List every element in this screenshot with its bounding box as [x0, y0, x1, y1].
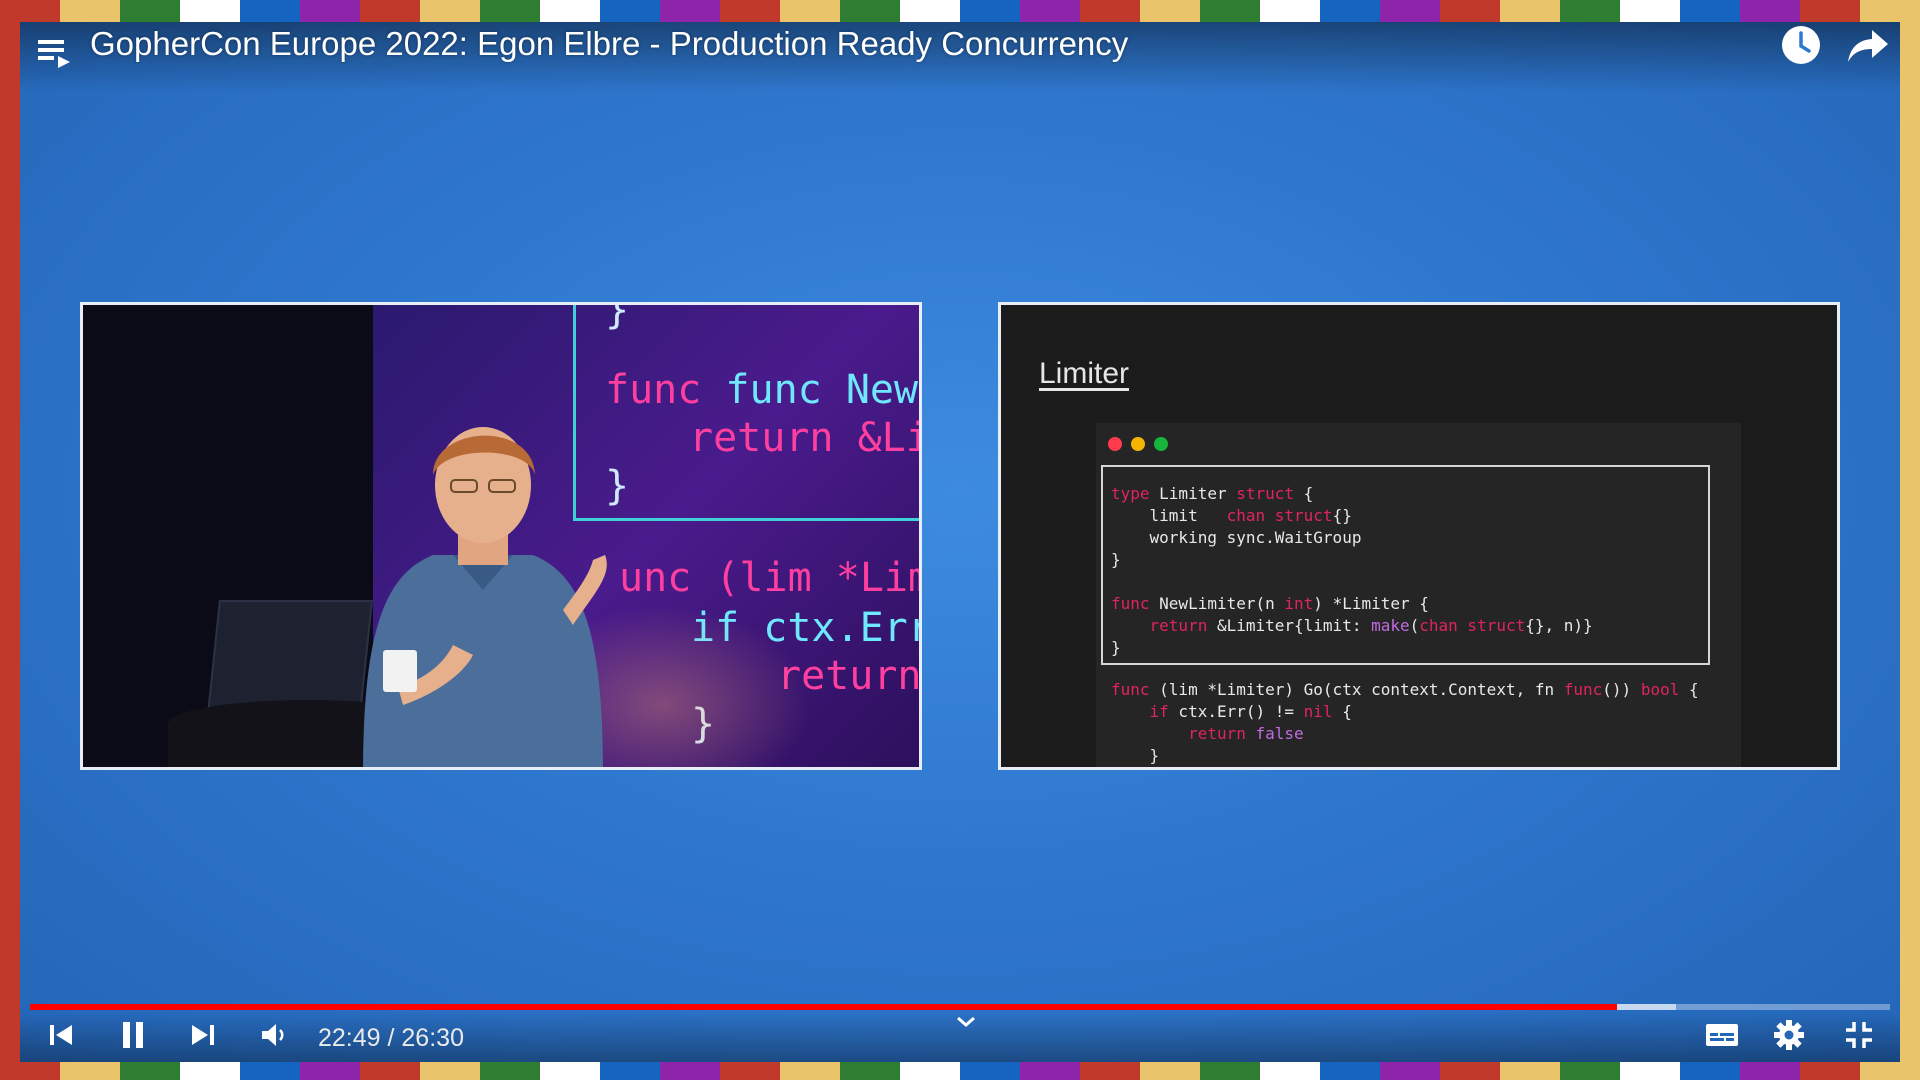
- code-keyword: return: [1111, 616, 1208, 635]
- clock-icon[interactable]: [1780, 24, 1822, 66]
- code-text: (: [1409, 616, 1420, 635]
- code-text: ctx.Err() !=: [1168, 702, 1304, 721]
- code-line: return &Limiter{limit: make(chan struct{…: [1111, 615, 1593, 637]
- code-text: Limiter: [1149, 484, 1237, 503]
- code-keyword: return: [1111, 724, 1246, 743]
- skip-previous-icon[interactable]: [44, 1018, 78, 1052]
- projected-code-line: }: [605, 302, 630, 333]
- speaker-figure: [363, 427, 607, 767]
- code-text: (lim *Limiter) Go(ctx context: [1149, 680, 1439, 699]
- code-text: {}: [1332, 506, 1352, 525]
- video-player[interactable]: GopherCon Europe 2022: Egon Elbre - Prod…: [20, 22, 1900, 1062]
- code-line: func (lim *Limiter) Go(ctx context.Conte…: [1111, 679, 1699, 701]
- code-text: {: [1294, 484, 1314, 503]
- code-line: func NewLimiter(n int) *Limiter {: [1111, 593, 1429, 615]
- projected-code-token: unc (lim *Lim: [619, 555, 922, 601]
- video-title[interactable]: GopherCon Europe 2022: Egon Elbre - Prod…: [90, 24, 1128, 64]
- window-minimize-dot: [1131, 437, 1145, 451]
- total-time: 26:30: [401, 1024, 464, 1052]
- code-text: {: [1332, 702, 1352, 721]
- projected-code-line: func func NewLimite: [605, 367, 919, 413]
- current-time: 22:49: [318, 1024, 381, 1052]
- code-keyword: if: [1111, 702, 1169, 721]
- window-close-dot: [1108, 437, 1122, 451]
- player-top-bar: GopherCon Europe 2022: Egon Elbre - Prod…: [20, 22, 1900, 92]
- code-keyword: chan struct: [1226, 506, 1333, 525]
- playlist-icon[interactable]: [34, 32, 74, 72]
- code-text: {}, n)}: [1525, 616, 1593, 635]
- code-keyword: struct: [1236, 484, 1295, 503]
- code-line: }: [1111, 638, 1121, 657]
- code-text: NewLimiter(n: [1149, 594, 1285, 613]
- code-keyword: func: [1111, 594, 1150, 613]
- code-line: }: [1111, 746, 1160, 765]
- projected-code-token: return &Li: [689, 415, 922, 461]
- code-keyword: int: [1284, 594, 1314, 613]
- code-keyword: func: [1111, 680, 1150, 699]
- code-text: .Context, fn: [1438, 680, 1564, 699]
- code-line: if ctx.Err() != nil {: [1111, 701, 1352, 723]
- code-line: }: [1111, 550, 1121, 569]
- code-line: type Limiter struct {: [1111, 483, 1313, 505]
- gear-icon[interactable]: [1772, 1018, 1806, 1052]
- projected-code-line: return &Li: [689, 415, 922, 461]
- code-keyword: func: [1563, 680, 1603, 699]
- code-keyword: type: [1111, 484, 1150, 503]
- code-line: limit chan struct{}: [1111, 505, 1352, 527]
- code-text: {: [1679, 680, 1699, 699]
- subtitles-icon[interactable]: [1704, 1018, 1740, 1052]
- code-line: return false: [1111, 723, 1304, 745]
- slide-video-panel: Limiter type Limiter struct { limit chan…: [998, 302, 1840, 770]
- time-display: 22:49 / 26:30: [318, 1024, 464, 1053]
- progress-bar[interactable]: [30, 1004, 1890, 1010]
- skip-next-icon[interactable]: [186, 1018, 220, 1052]
- code-keyword: chan struct: [1419, 616, 1526, 635]
- code-text: &Limiter{limit:: [1207, 616, 1372, 635]
- code-builtin: make: [1371, 616, 1410, 635]
- exit-fullscreen-icon[interactable]: [1842, 1018, 1876, 1052]
- code-text: ) *Limiter {: [1313, 594, 1429, 613]
- code-keyword: bool: [1640, 680, 1680, 699]
- projected-code-token: func NewLimite: [725, 367, 919, 413]
- pause-icon[interactable]: [116, 1018, 150, 1052]
- volume-icon[interactable]: [258, 1018, 292, 1052]
- progress-played: [30, 1004, 1617, 1010]
- share-icon[interactable]: [1846, 26, 1890, 66]
- player-controls: 22:49 / 26:30: [20, 1012, 1900, 1062]
- code-builtin: false: [1245, 724, 1304, 743]
- projected-code-line: unc (lim *Lim: [619, 555, 922, 601]
- screen-background: GopherCon Europe 2022: Egon Elbre - Prod…: [0, 0, 1920, 1080]
- code-line: working sync.WaitGroup: [1111, 528, 1362, 547]
- coffee-mug: [383, 650, 417, 692]
- chevron-down-icon[interactable]: [952, 1012, 980, 1032]
- window-maximize-dot: [1154, 437, 1168, 451]
- code-text: ()): [1602, 680, 1641, 699]
- speaker-video-panel: } func func NewLimite return &Li } unc (…: [80, 302, 922, 770]
- slide-title: Limiter: [1039, 357, 1130, 390]
- code-text: limit: [1111, 506, 1227, 525]
- time-separator: /: [380, 1024, 402, 1052]
- code-keyword: nil: [1303, 702, 1333, 721]
